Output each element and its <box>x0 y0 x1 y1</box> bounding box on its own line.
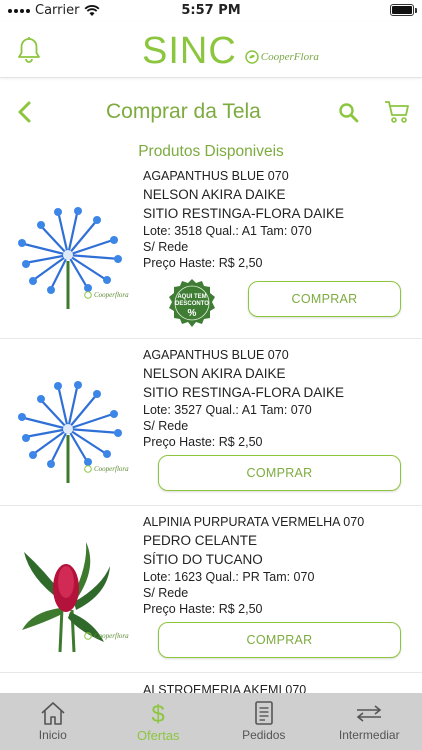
product-name: ALPINIA PURPURATA VERMELHA 070 <box>143 515 365 529</box>
producer-name: NELSON AKIRA DAIKE <box>143 366 286 381</box>
battery-icon <box>390 4 417 16</box>
product-card: Cooperflora AGAPANTHUS BLUE 070 NELSON A… <box>0 339 422 506</box>
badge-symbol: % <box>188 308 197 319</box>
product-info: AGAPANTHUS BLUE 070 NELSON AKIRA DAIKE S… <box>143 167 344 271</box>
farm-name: SITIO RESTINGA-FLORA DAIKE <box>143 206 345 221</box>
network-label: S/ Rede <box>143 419 189 433</box>
tab-label: Ofertas <box>136 728 180 743</box>
dollar-icon: $ <box>152 701 165 726</box>
product-card: Cooperflora ALPINIA PURPURATA VERMELHA 0… <box>0 506 422 673</box>
lot-quality-size: Lote: 3518 Qual.: A1 Tam: 070 <box>143 224 312 238</box>
product-name: AGAPANTHUS BLUE 070 <box>143 348 289 362</box>
image-logo-text: Cooperflora <box>94 465 129 473</box>
producer-name: NELSON AKIRA DAIKE <box>143 187 286 202</box>
page-title: Comprar da Tela <box>106 100 261 123</box>
stem-price: Preço Haste: R$ 2,50 <box>143 435 263 449</box>
stem-price: Preço Haste: R$ 2,50 <box>143 602 263 616</box>
image-logo-text: Cooperflora <box>94 291 129 299</box>
clock: 5:57 PM <box>181 3 241 18</box>
badge-line2: DESCONTO <box>175 301 209 307</box>
cooperflora-mini-icon <box>84 632 92 640</box>
bell-icon[interactable] <box>16 36 42 64</box>
tab-intermediar[interactable]: Intermediar <box>317 693 422 750</box>
image-watermark: Cooperflora <box>84 291 129 299</box>
product-card: ALSTROEMERIA AKEMI 070 <box>0 673 422 693</box>
tab-bar: Inicio $ Ofertas Pedidos Intermediar <box>0 693 422 750</box>
farm-name: SITIO RESTINGA-FLORA DAIKE <box>143 385 345 400</box>
app-header: SINC CooperFlora <box>0 22 422 78</box>
image-watermark: Cooperflora <box>84 632 129 640</box>
cooperflora-label: CooperFlora <box>260 50 319 63</box>
product-info: ALPINIA PURPURATA VERMELHA 070 PEDRO CEL… <box>143 513 364 617</box>
sinc-logo-text: SINC <box>142 30 237 72</box>
section-title: Produtos Disponiveis <box>138 143 284 160</box>
tab-label: Inicio <box>38 728 67 742</box>
status-bar: Carrier 5:57 PM <box>0 0 422 22</box>
tab-label: Intermediar <box>338 728 400 742</box>
product-name: ALSTROEMERIA AKEMI 070 <box>143 683 307 693</box>
lot-quality-size: Lote: 1623 Qual.: PR Tam: 070 <box>143 570 315 584</box>
image-watermark: Cooperflora <box>84 465 129 473</box>
back-chevron-icon[interactable] <box>14 100 36 124</box>
transfer-icon <box>356 705 382 722</box>
title-bar: Comprar da Tela <box>0 92 422 132</box>
stem-price: Preço Haste: R$ 2,50 <box>143 256 263 270</box>
tab-label: Pedidos <box>242 728 286 742</box>
tab-ofertas[interactable]: $ Ofertas <box>106 693 212 750</box>
search-icon[interactable] <box>338 102 360 124</box>
product-name: AGAPANTHUS BLUE 070 <box>143 169 289 183</box>
tab-pedidos[interactable]: Pedidos <box>211 693 317 750</box>
product-info: ALSTROEMERIA AKEMI 070 <box>143 681 306 693</box>
image-logo-text: Cooperflora <box>94 632 129 640</box>
tab-inicio[interactable]: Inicio <box>0 693 106 750</box>
cooperflora-mini-icon <box>84 465 92 473</box>
cart-icon[interactable] <box>384 100 410 124</box>
product-info: AGAPANTHUS BLUE 070 NELSON AKIRA DAIKE S… <box>143 346 344 450</box>
cooperflora-mini-icon <box>84 291 92 299</box>
buy-button[interactable]: COMPRAR <box>248 281 401 317</box>
product-card: Cooperflora AGAPANTHUS BLUE 070 NELSON A… <box>0 163 422 339</box>
cooperflora-logo: CooperFlora <box>245 49 319 64</box>
brand-logo: SINC CooperFlora <box>142 30 319 73</box>
buy-button[interactable]: COMPRAR <box>158 455 401 491</box>
cooperflora-leaf-icon <box>245 49 259 64</box>
lot-quality-size: Lote: 3527 Qual.: A1 Tam: 070 <box>143 403 312 417</box>
badge-line1: AQUI TEM <box>177 294 206 300</box>
home-icon <box>41 702 65 725</box>
document-icon <box>254 701 273 725</box>
discount-badge-icon: AQUI TEM DESCONTO % <box>169 279 215 327</box>
producer-name: PEDRO CELANTE <box>143 533 258 548</box>
farm-name: SÍTIO DO TUCANO <box>143 552 263 567</box>
product-list[interactable]: Cooperflora AGAPANTHUS BLUE 070 NELSON A… <box>0 163 422 693</box>
buy-button[interactable]: COMPRAR <box>158 622 401 658</box>
svg-text:$: $ <box>152 701 165 726</box>
network-label: S/ Rede <box>143 586 189 600</box>
network-label: S/ Rede <box>143 240 189 254</box>
